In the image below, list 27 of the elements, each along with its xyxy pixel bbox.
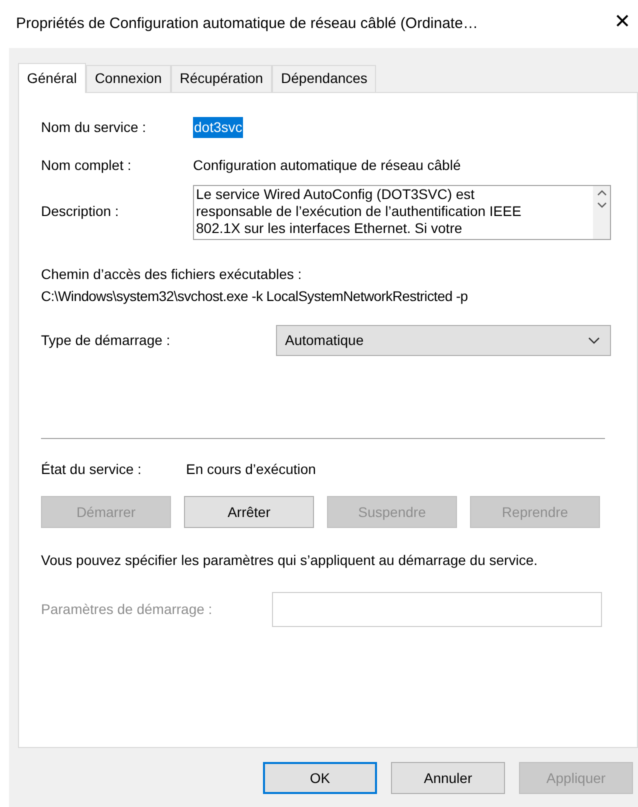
description-text: Le service Wired AutoConfig (DOT3SVC) est responsable de l’exécution de l’authentification IEEE 802.1X sur les interfaces Ethernet. Si votre [195, 186, 522, 238]
field-label: Nom du service : [41, 118, 148, 136]
tab[interactable]: Général [18, 63, 86, 93]
field-label: Paramètres de démarrage : [41, 600, 214, 619]
chevron-down-icon [588, 337, 600, 344]
service-name-value: dot3svc [193, 116, 244, 138]
scroll-down-icon[interactable] [596, 202, 606, 208]
tab[interactable]: Connexion [86, 65, 171, 92]
close-button[interactable]: ✕ [614, 12, 631, 32]
window-title: Propriétés de Configuration automatique de réseau câblé (Ordinate… [16, 14, 478, 34]
field-label: Type de démarrage : [41, 331, 172, 350]
tab[interactable]: Récupération [170, 65, 272, 92]
tab[interactable]: Dépendances [272, 65, 376, 92]
service-status-value: En cours d’exécution [186, 460, 316, 478]
scrollbar[interactable] [593, 186, 610, 239]
startup-type-dropdown[interactable]: Automatique [276, 325, 611, 356]
field-label: Description : [41, 202, 120, 221]
field-label: Nom complet : [41, 156, 132, 175]
service-button[interactable]: Arrêter [184, 496, 314, 528]
help-text: Vous pouvez spécifier les paramètres qui s’appliquent au démarrage du service. [41, 551, 539, 570]
dialog-button[interactable]: OK [263, 762, 377, 794]
dialog-button[interactable]: Annuler [391, 762, 505, 794]
executable-path: C:\Windows\system32\svchost.exe -k LocalSystemNetworkRestricted -p [41, 287, 469, 306]
scroll-up-icon[interactable] [596, 190, 606, 196]
field-label: Chemin d’accès des fichiers exécutables : [41, 265, 303, 284]
display-name-value: Configuration automatique de réseau câblé [193, 156, 461, 175]
field-label: État du service : [41, 460, 142, 478]
